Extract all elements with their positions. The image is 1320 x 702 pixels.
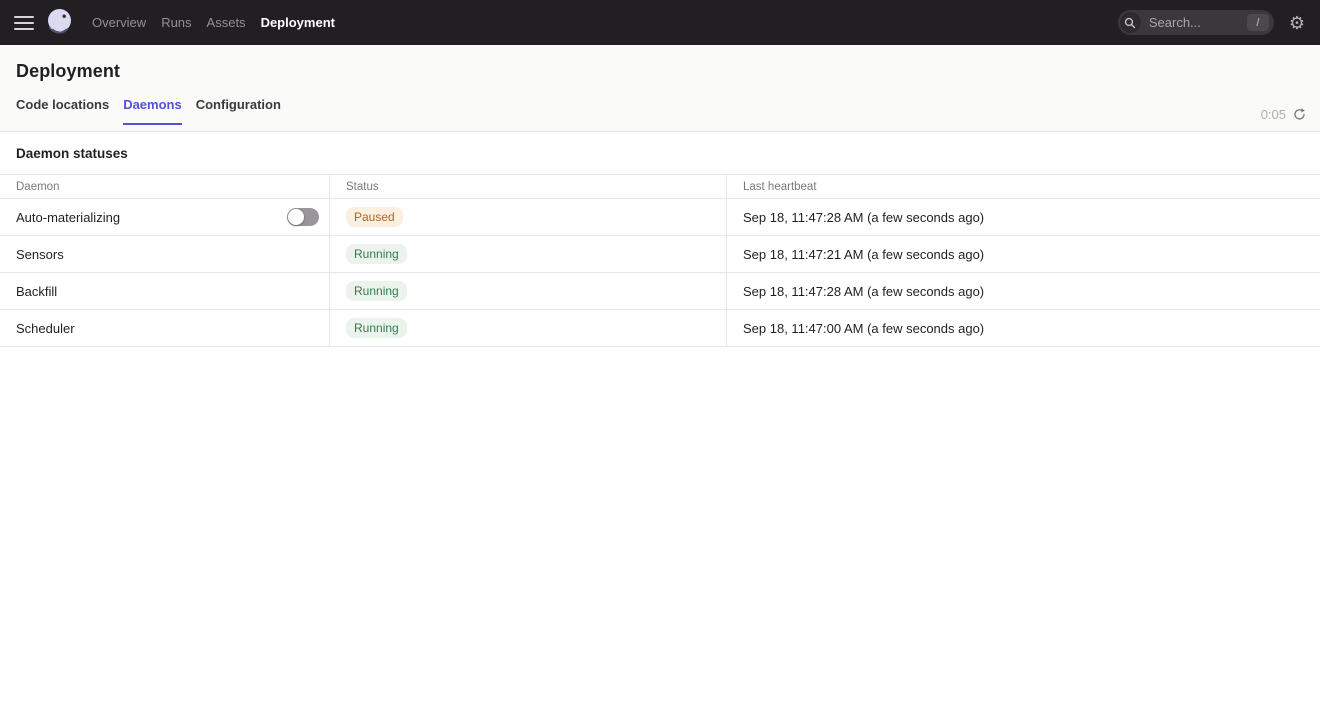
table-row: Scheduler Running Sep 18, 11:47:00 AM (a… [0,310,1320,347]
primary-nav: Overview Runs Assets Deployment [92,15,335,30]
refresh-control: 0:05 [1261,107,1306,122]
section-heading: Daemon statuses [0,132,1320,174]
settings-gear-icon[interactable]: ⚙ [1289,14,1305,32]
status-cell: Running [330,273,727,309]
daemon-cell: Sensors [0,236,330,272]
daemon-name: Sensors [16,247,64,262]
nav-link-assets[interactable]: Assets [207,15,246,30]
search-icon [1120,12,1141,33]
daemon-status-table: Daemon Status Last heartbeat Auto-materi… [0,174,1320,347]
heartbeat-cell: Sep 18, 11:47:28 AM (a few seconds ago) [727,273,1320,309]
page-header: Deployment Code locations Daemons Config… [0,45,1320,132]
column-header-status: Status [330,175,727,198]
dagster-logo-icon[interactable] [44,6,74,40]
column-header-daemon: Daemon [0,175,330,198]
nav-link-runs[interactable]: Runs [161,15,191,30]
status-badge: Running [346,281,407,301]
tab-bar: Code locations Daemons Configuration [16,97,1304,125]
tab-daemons[interactable]: Daemons [123,97,182,125]
daemon-name: Auto-materializing [16,210,120,225]
status-badge: Running [346,318,407,338]
status-cell: Running [330,236,727,272]
table-header-row: Daemon Status Last heartbeat [0,174,1320,199]
daemon-name: Backfill [16,284,57,299]
status-badge: Paused [346,207,403,227]
table-row: Auto-materializing Paused Sep 18, 11:47:… [0,199,1320,236]
heartbeat-cell: Sep 18, 11:47:28 AM (a few seconds ago) [727,199,1320,235]
status-badge: Running [346,244,407,264]
search-input[interactable] [1149,15,1247,30]
daemon-cell: Scheduler [0,310,330,346]
nav-link-deployment[interactable]: Deployment [261,15,335,30]
tab-code-locations[interactable]: Code locations [16,97,109,125]
top-nav: Overview Runs Assets Deployment / ⚙ [0,0,1320,45]
heartbeat-cell: Sep 18, 11:47:00 AM (a few seconds ago) [727,310,1320,346]
table-row: Sensors Running Sep 18, 11:47:21 AM (a f… [0,236,1320,273]
daemon-cell: Auto-materializing [0,199,330,235]
hamburger-menu-icon[interactable] [14,16,34,30]
heartbeat-cell: Sep 18, 11:47:21 AM (a few seconds ago) [727,236,1320,272]
status-cell: Paused [330,199,727,235]
nav-link-overview[interactable]: Overview [92,15,146,30]
refresh-icon[interactable] [1293,108,1306,121]
auto-materializing-toggle[interactable] [287,208,319,226]
page-title: Deployment [16,61,1304,82]
table-row: Backfill Running Sep 18, 11:47:28 AM (a … [0,273,1320,310]
tab-configuration[interactable]: Configuration [196,97,281,125]
main-content: Daemon statuses Daemon Status Last heart… [0,132,1320,347]
daemon-name: Scheduler [16,321,75,336]
search-box[interactable]: / [1118,10,1274,35]
column-header-last-heartbeat: Last heartbeat [727,175,1320,198]
topnav-right: / ⚙ [1118,10,1305,35]
status-cell: Running [330,310,727,346]
refresh-countdown: 0:05 [1261,107,1286,122]
daemon-cell: Backfill [0,273,330,309]
search-shortcut-key: / [1247,14,1269,31]
